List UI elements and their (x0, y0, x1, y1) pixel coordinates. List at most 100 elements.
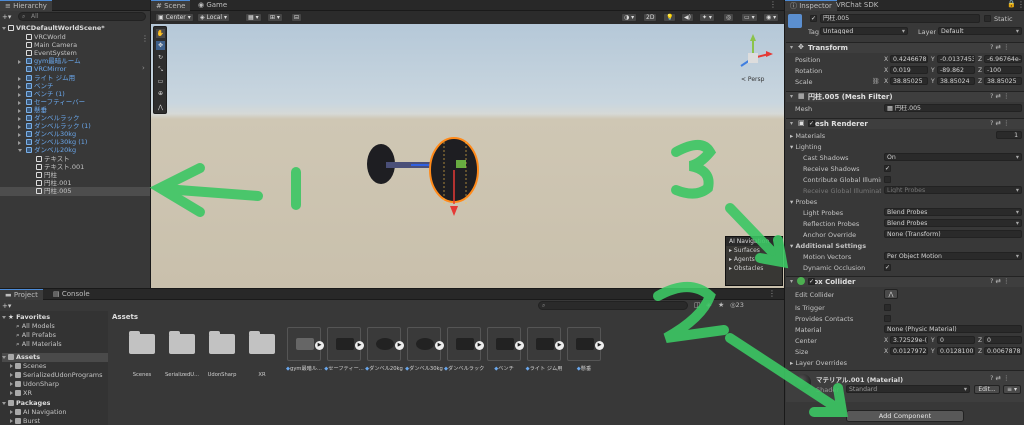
reflection-probes-dropdown[interactable]: Blend Probes (884, 219, 1022, 227)
tab-game[interactable]: ◉ Game (193, 0, 232, 11)
active-checkbox[interactable]: ✓ (810, 15, 817, 22)
layer-overrides-label[interactable]: ▸ Layer Overrides (790, 359, 847, 367)
component-header-icons[interactable]: ? ⇄ ⋮ (990, 92, 1010, 100)
shading-mode-button[interactable]: ◑ ▾ (621, 13, 638, 22)
package-item[interactable]: Burst (10, 417, 40, 425)
toggle-2d-button[interactable]: 2D (643, 13, 658, 22)
nav-surfaces-item[interactable]: ▸ Surfaces (726, 246, 782, 255)
transform-tool-icon[interactable]: ⊕ (156, 89, 165, 98)
cast-shadows-dropdown[interactable]: On (884, 153, 1022, 161)
edit-shader-button[interactable]: Edit... (974, 385, 1000, 394)
transform-header[interactable]: Transform (786, 42, 1024, 53)
favorite-icon[interactable]: ★ (718, 301, 724, 309)
asset-folder[interactable]: SerializedU... (162, 327, 202, 378)
fold-open-icon[interactable]: ▾ (790, 278, 793, 285)
asset-prefab[interactable]: ▶ ◆gym最暗ル... (284, 327, 324, 372)
asset-prefab[interactable]: ▶ ◆ベンチ (484, 327, 524, 372)
fold-closed-icon[interactable] (18, 84, 21, 89)
expand-prefab-icon[interactable]: ▶ (475, 341, 484, 350)
custom-tool-icon[interactable]: ⋀ (156, 103, 165, 112)
receive-shadows-checkbox[interactable]: ✓ (884, 165, 891, 172)
filter-label-icon[interactable]: ◈ (706, 301, 711, 309)
light-probes-dropdown[interactable]: Blend Probes (884, 208, 1022, 216)
favorites-item[interactable]: ⌕ All Prefabs (16, 331, 56, 340)
center-x[interactable]: 3.72529e-( (890, 336, 928, 344)
asset-folder-item[interactable]: SerializedUdonPrograms (10, 371, 103, 380)
fold-closed-icon[interactable] (18, 133, 21, 138)
rotate-tool-icon[interactable]: ↻ (156, 53, 165, 62)
grid-button[interactable]: ⊞ ▾ (267, 13, 283, 22)
fold-closed-icon[interactable] (10, 391, 13, 395)
asset-folder[interactable]: Scenes (122, 327, 162, 378)
fold-open-icon[interactable] (2, 27, 6, 30)
constrain-proportions-icon[interactable]: ⛓ (872, 78, 880, 85)
hidden-packages-count[interactable]: ◎23 (730, 301, 744, 309)
tab-inspector[interactable]: ⓘ Inspector (785, 0, 837, 11)
asset-folder-item[interactable]: UdonSharp (10, 380, 59, 389)
rotation-x[interactable]: 0.019 (890, 66, 928, 74)
favorites-header[interactable]: ★ Favorites (2, 313, 50, 322)
move-tool-icon[interactable]: ✥ (156, 41, 165, 50)
center-y[interactable]: 0 (937, 336, 975, 344)
asset-folder-item[interactable]: Scenes (10, 362, 46, 371)
packages-root[interactable]: Packages (2, 399, 50, 408)
fold-closed-icon[interactable] (10, 419, 13, 423)
tag-dropdown[interactable]: Untagged (820, 27, 908, 35)
asset-folder[interactable]: UdonSharp (202, 327, 242, 378)
create-asset-button[interactable]: +▾ (2, 302, 11, 310)
package-item[interactable]: AI Navigation (10, 408, 67, 417)
filter-type-icon[interactable]: ◫ (694, 301, 701, 309)
fold-closed-icon[interactable] (18, 76, 21, 81)
snap-increment-button[interactable]: ⊟ (291, 13, 303, 22)
add-component-button[interactable]: Add Component (846, 410, 964, 422)
gizmos-dropdown[interactable]: ◉ ▾ (763, 13, 780, 22)
expand-prefab-icon[interactable]: ▶ (435, 341, 444, 350)
scale-x[interactable]: 38.85025 (890, 77, 928, 85)
size-z[interactable]: 0.0067878 (984, 347, 1022, 355)
static-checkbox[interactable] (984, 15, 991, 22)
hierarchy-item[interactable]: 円柱.005 (0, 186, 150, 196)
project-search-input[interactable]: ⌕ (538, 301, 688, 310)
asset-folder-item[interactable]: XR (10, 389, 32, 398)
fold-closed-icon[interactable] (18, 60, 21, 65)
rotation-y[interactable]: -89.862 (937, 66, 975, 74)
dynamic-occlusion-checkbox[interactable]: ✓ (884, 264, 891, 271)
expand-prefab-icon[interactable]: ▶ (515, 341, 524, 350)
position-z[interactable]: -6.96764e- (984, 55, 1022, 63)
materials-label[interactable]: ▸ Materials (790, 132, 825, 140)
asset-prefab[interactable]: ▶ ◆ダンベルラック (444, 327, 484, 372)
fold-open-icon[interactable]: ▾ (790, 93, 793, 100)
box-collider-enabled[interactable]: ✓ (808, 278, 815, 285)
anchor-override-field[interactable]: None (Transform) (884, 230, 1022, 238)
rotation-z[interactable]: -100 (984, 66, 1022, 74)
additional-settings-label[interactable]: ▾ Additional Settings (790, 242, 866, 250)
component-header-icons[interactable]: ? ⇄ ⋮ (990, 374, 1010, 382)
expand-prefab-icon[interactable]: ▶ (315, 341, 324, 350)
component-header-icons[interactable]: ? ⇄ ⋮ (990, 277, 1010, 285)
scale-z[interactable]: 38.85025 (984, 77, 1022, 85)
fold-open-icon[interactable]: ▾ (790, 120, 793, 127)
mesh-renderer-header[interactable]: Mesh Renderer (786, 118, 1024, 129)
persp-label[interactable]: < Persp (741, 76, 764, 83)
space-dropdown[interactable]: ◈ Local ▾ (197, 13, 231, 22)
fold-closed-icon[interactable] (10, 382, 13, 386)
camera-dropdown[interactable]: ▭ ▾ (741, 13, 758, 22)
box-collider-header[interactable]: Box Collider (786, 276, 1024, 287)
expand-prefab-icon[interactable]: ▶ (555, 341, 564, 350)
asset-folder[interactable]: XR (242, 327, 282, 378)
dumbbell-object[interactable] (356, 134, 486, 224)
scale-tool-icon[interactable]: ⤡ (156, 65, 165, 74)
asset-prefab[interactable]: ▶ ◆懸垂 (564, 327, 604, 372)
position-x[interactable]: 0.4246678 (890, 55, 928, 63)
scene-root-row[interactable]: VRCDefaultWorldScene* (2, 24, 150, 33)
hand-tool-icon[interactable]: ✋ (156, 29, 165, 38)
component-header-icons[interactable]: ? ⇄ ⋮ (990, 119, 1010, 127)
fold-open-icon[interactable]: ▾ (790, 44, 793, 51)
hidden-objects-icon[interactable]: ◎ (723, 13, 735, 22)
fold-open-icon[interactable] (18, 149, 22, 153)
shader-dropdown[interactable]: Standard (846, 385, 970, 393)
fold-closed-icon[interactable] (18, 141, 21, 146)
fold-closed-icon[interactable] (10, 364, 13, 368)
fold-closed-icon[interactable] (10, 373, 13, 377)
material-title[interactable]: マテリアル.001 (Material) (816, 374, 903, 384)
